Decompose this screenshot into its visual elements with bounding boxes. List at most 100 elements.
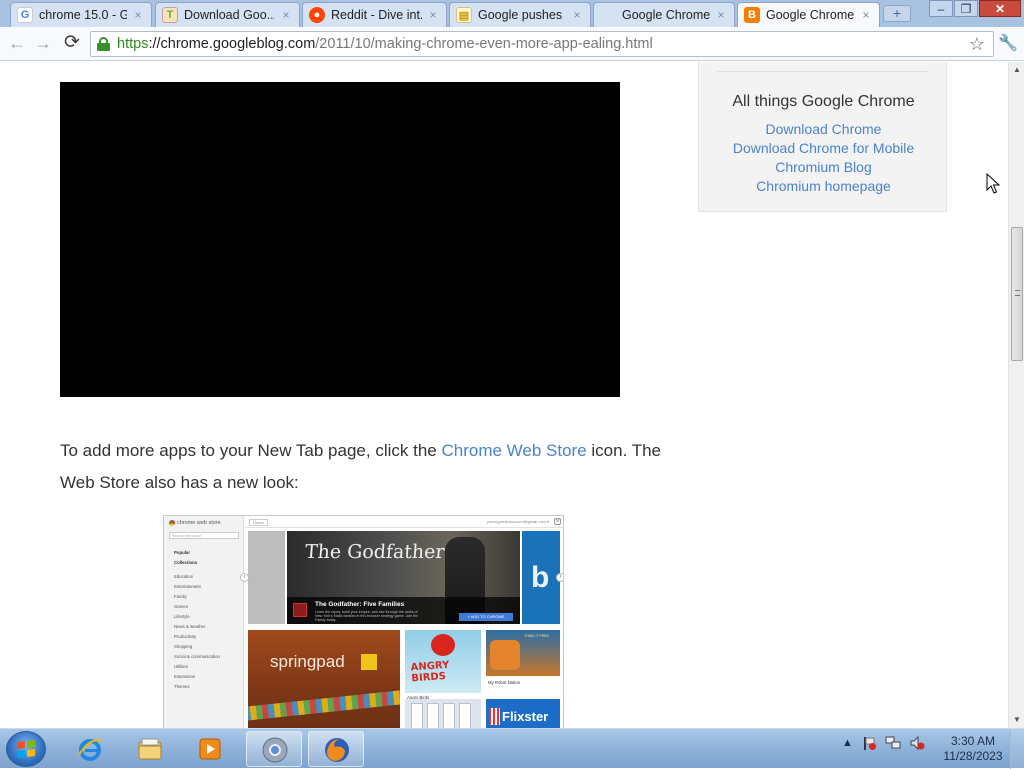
link-download-chrome[interactable]: Download Chrome [699,120,948,139]
close-icon[interactable]: × [859,8,873,22]
ws-next-tile: b [522,531,560,624]
ws-search: Search the store [169,532,239,539]
link-download-chrome-mobile[interactable]: Download Chrome for Mobile [699,139,948,158]
web-store-screenshot: chrome web store Search the store Popula… [163,515,564,728]
tab-title: Download Goo... [184,8,275,22]
sidebar-links: Download Chrome Download Chrome for Mobi… [699,120,948,196]
close-icon[interactable]: × [714,8,728,22]
clock-date: 11/28/2023 [943,749,1003,763]
minimize-button[interactable]: ‒ [929,0,953,17]
sidebar-heading: All things Google Chrome [732,93,915,110]
address-bar[interactable]: https://chrome.googleblog.com/2011/10/ma… [90,31,994,57]
taskbar-firefox[interactable] [308,731,364,767]
gear-icon: ⚙ [554,518,561,525]
scroll-up-arrow[interactable]: ▲ [1009,62,1024,78]
paragraph-text: To add more apps to your New Tab page, c… [60,441,442,460]
ws-docs-tile [405,699,481,728]
taskbar-file-explorer[interactable] [122,731,178,767]
url-host: ://chrome.googleblog.com [148,36,316,52]
ws-robot-caption: My Robot Nation ☆☆☆☆☆ [488,680,521,689]
close-window-button[interactable]: ✕ [979,0,1021,17]
show-desktop-button[interactable] [1010,729,1024,769]
tab-title: chrome 15.0 - G... [39,8,127,22]
link-chromium-homepage[interactable]: Chromium homepage [699,177,948,196]
title-bar: G chrome 15.0 - G... × T Download Goo...… [0,0,1024,27]
start-button[interactable] [6,731,46,767]
bookmark-star-icon[interactable]: ☆ [969,34,985,55]
document-icon: ▤ [456,7,472,23]
network-icon[interactable] [885,735,901,751]
ws-robot-nation-tile: THINK IT FREE [486,630,560,676]
chrome-logo-icon [169,520,175,526]
taskbar-chrome[interactable] [246,731,302,767]
taskbar-internet-explorer[interactable] [62,731,118,767]
lock-icon [97,37,110,51]
tab-title: Google Chrome... [766,8,855,22]
back-button[interactable]: ← [6,33,28,55]
browser-toolbar: ← → ⟳ https://chrome.googleblog.com/2011… [0,27,1024,61]
blank-icon [600,7,616,23]
ws-hero-bar: The Godfather: Five Families Learn the r… [287,597,520,624]
divider [717,71,929,72]
scroll-thumb[interactable] [1011,227,1023,361]
ws-account: yoursignedinaccount@gmail.com ▾ [486,519,549,524]
internet-explorer-icon [78,739,103,761]
angry-bird-icon [431,634,455,656]
ws-logo: chrome web store [169,520,221,526]
embedded-video[interactable] [60,82,620,397]
tab-reddit[interactable]: ● Reddit - Dive int... × [302,2,447,27]
article-paragraph: To add more apps to your New Tab page, c… [60,435,670,499]
close-icon[interactable]: × [131,8,145,22]
ws-home: Home [249,519,268,526]
ws-nav: Popular Collections Education Entertainm… [174,550,220,689]
scroll-down-arrow[interactable]: ▼ [1009,712,1024,728]
system-clock[interactable]: 3:30 AM 11/28/2023 [940,734,1006,764]
windows-taskbar: ▲ 3:30 AM 11/28/2023 [0,728,1024,769]
new-tab-button[interactable]: + [883,5,911,22]
system-tray: ▲ [842,735,925,751]
godfather-app-icon [293,603,307,617]
page-content: All things Google Chrome Download Chrome… [0,62,1008,728]
tray-expand-icon[interactable]: ▲ [842,737,853,749]
tab-google-chrome[interactable]: Google Chrome... × [593,2,735,27]
file-explorer-icon [138,738,162,760]
firefox-icon [325,738,349,762]
window-controls: ‒ ❐ ✕ [928,0,1021,18]
reload-button[interactable]: ⟳ [61,33,83,55]
hero-app-desc: Learn the ropes, build your empire, and … [315,610,419,622]
action-center-flag-icon[interactable] [861,735,877,751]
close-icon[interactable]: × [570,8,584,22]
wrench-menu-icon[interactable]: 🔧 [998,33,1018,53]
volume-muted-icon[interactable] [909,735,925,751]
godfather-title: The Godfather [304,541,446,563]
tab-title: Reddit - Dive int... [331,8,422,22]
grip-icon [1015,290,1020,296]
windows-flag-icon [17,740,35,758]
forward-button[interactable]: → [32,33,54,55]
ws-sidebar: chrome web store Search the store Popula… [164,516,244,728]
blogger-icon: B [744,7,760,23]
ws-hero-godfather: The Godfather The Godfather: Five Famili… [287,531,520,624]
page-scrollbar[interactable]: ▲ ▼ [1008,62,1024,728]
ws-topbar: Home yoursignedinaccount@gmail.com ▾ ⚙ [245,516,563,528]
close-icon[interactable]: × [279,8,293,22]
clock-time: 3:30 AM [950,734,996,748]
tab-google-pushes[interactable]: ▤ Google pushes ... × [449,2,591,27]
ws-next-arrow-icon: › [556,573,563,582]
hero-app-name: The Godfather: Five Families [315,601,405,608]
close-icon[interactable]: × [426,8,440,22]
tab-download-google[interactable]: T Download Goo... × [155,2,300,27]
google-g-icon: G [17,7,33,23]
maximize-button[interactable]: ❐ [954,0,978,17]
ws-prev-arrow-icon: ‹ [240,573,249,582]
ws-main: Home yoursignedinaccount@gmail.com ▾ ⚙ T… [240,516,563,728]
tab-google-chrome-blog-active[interactable]: B Google Chrome... × [737,2,880,27]
mouse-cursor-icon [986,173,1000,194]
chrome-web-store-link[interactable]: Chrome Web Store [441,441,586,460]
ws-flixster-tile: Flixster [486,699,560,728]
ws-prev-tile [248,531,285,624]
taskbar-media-player[interactable] [182,731,238,767]
add-to-chrome: + ADD TO CHROME [459,613,513,621]
link-chromium-blog[interactable]: Chromium Blog [699,158,948,177]
tab-chrome-15[interactable]: G chrome 15.0 - G... × [10,2,152,27]
